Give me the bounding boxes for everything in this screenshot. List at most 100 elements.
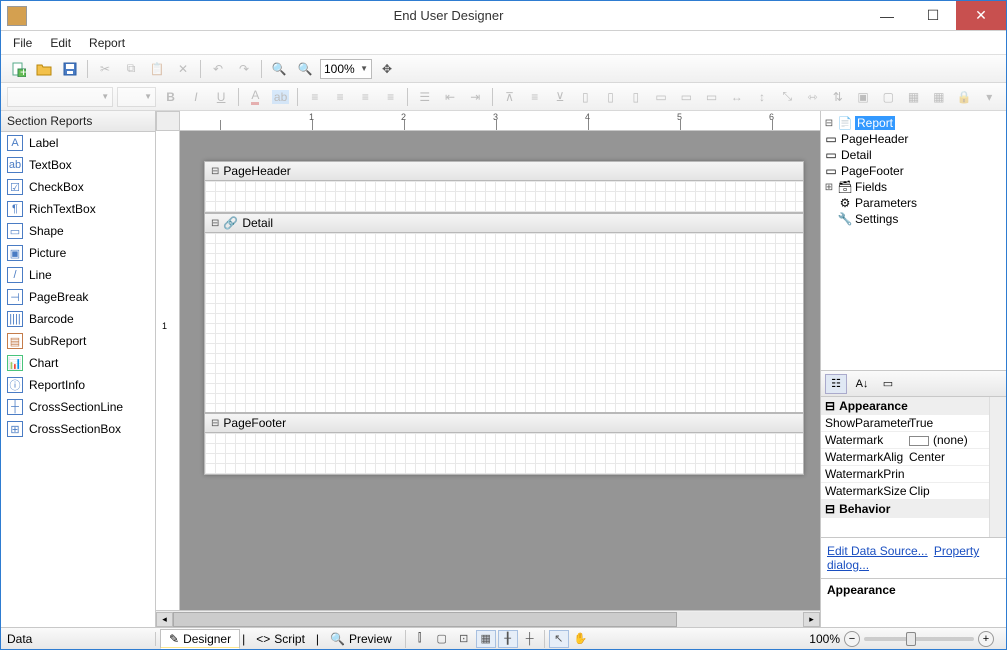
- toolbox-item-picture[interactable]: ▣Picture: [1, 242, 155, 264]
- cut-button[interactable]: ✂: [94, 58, 116, 80]
- property-grid[interactable]: ⊟Appearance ShowParameterTrueWatermark(n…: [821, 397, 1006, 537]
- minimize-button[interactable]: —: [864, 1, 910, 30]
- zoom-plus-button[interactable]: +: [978, 631, 994, 647]
- align-v-bottom-button[interactable]: ▭: [701, 86, 722, 108]
- snap-lines-button[interactable]: ╂: [498, 630, 518, 648]
- ungroup-button[interactable]: ▦: [928, 86, 949, 108]
- font-combo[interactable]: ▼: [7, 87, 113, 107]
- toolbox-item-barcode[interactable]: ||||Barcode: [1, 308, 155, 330]
- toolbox-item-textbox[interactable]: abTextBox: [1, 154, 155, 176]
- property-pages-button[interactable]: ▭: [877, 374, 899, 394]
- maximize-button[interactable]: ☐: [910, 1, 956, 30]
- property-row[interactable]: WatermarkPrin: [821, 466, 1006, 483]
- outdent-button[interactable]: ⇤: [439, 86, 460, 108]
- zoom-in-button[interactable]: 🔍: [268, 58, 290, 80]
- property-row[interactable]: WatermarkAligCenter: [821, 449, 1006, 466]
- property-scrollbar[interactable]: [989, 397, 1006, 537]
- edit-datasource-link[interactable]: Edit Data Source...: [827, 544, 928, 558]
- toolbox-item-subreport[interactable]: ▤SubReport: [1, 330, 155, 352]
- tab-script[interactable]: <>Script: [247, 629, 314, 649]
- property-row[interactable]: ShowParameterTrue: [821, 415, 1006, 432]
- alphabetical-button[interactable]: A↓: [851, 374, 873, 394]
- highlight-button[interactable]: ab: [270, 86, 291, 108]
- toolbox-item-chart[interactable]: 📊Chart: [1, 352, 155, 374]
- bold-button[interactable]: B: [160, 86, 181, 108]
- toolbox-item-reportinfo[interactable]: ⓘReportInfo: [1, 374, 155, 396]
- align-center-button[interactable]: ≡: [329, 86, 350, 108]
- scroll-left-button[interactable]: ◂: [156, 612, 173, 627]
- report-canvas[interactable]: ⊟PageHeader ⊟🔗Detail ⊟PageFooter: [180, 131, 820, 610]
- toolbox-item-pagebreak[interactable]: ⊣PageBreak: [1, 286, 155, 308]
- toolbox-item-label[interactable]: ALabel: [1, 132, 155, 154]
- snap-grid-button[interactable]: ┼: [520, 630, 540, 648]
- detail-section-header[interactable]: ⊟🔗Detail: [204, 213, 804, 233]
- toolbox-item-richtextbox[interactable]: ¶RichTextBox: [1, 198, 155, 220]
- delete-button[interactable]: ✕: [172, 58, 194, 80]
- scroll-right-button[interactable]: ▸: [803, 612, 820, 627]
- bullets-button[interactable]: ☰: [414, 86, 435, 108]
- align-bottom-button[interactable]: ⊻: [549, 86, 570, 108]
- align-right-button[interactable]: ≡: [355, 86, 376, 108]
- paste-button[interactable]: 📋: [146, 58, 168, 80]
- align-left-button[interactable]: ≡: [304, 86, 325, 108]
- toolbox-item-shape[interactable]: ▭Shape: [1, 220, 155, 242]
- hide-grid-button[interactable]: ▢: [432, 630, 452, 648]
- tab-preview[interactable]: 🔍Preview: [321, 629, 401, 649]
- property-row[interactable]: WatermarkSizeClip: [821, 483, 1006, 500]
- align-v-center-button[interactable]: ▭: [676, 86, 697, 108]
- tree-node-report[interactable]: Report: [855, 116, 895, 130]
- detail-section-body[interactable]: [204, 233, 804, 413]
- horizontal-scrollbar[interactable]: ◂ ▸: [156, 610, 820, 627]
- more-button[interactable]: ▾: [979, 86, 1000, 108]
- show-lines-button[interactable]: ▦: [476, 630, 496, 648]
- report-explorer[interactable]: ⊟📄Report ▭PageHeader ▭Detail ▭PageFooter…: [821, 111, 1006, 371]
- font-size-combo[interactable]: ▼: [117, 87, 156, 107]
- dimension-lines-button[interactable]: ⫿: [410, 630, 430, 648]
- pan-mode-button[interactable]: ✋: [571, 630, 591, 648]
- align-justify-button[interactable]: ≡: [380, 86, 401, 108]
- zoom-out-button[interactable]: 🔍: [294, 58, 316, 80]
- toolbox-item-line[interactable]: /Line: [1, 264, 155, 286]
- property-row[interactable]: Watermark(none): [821, 432, 1006, 449]
- menu-report[interactable]: Report: [89, 36, 125, 50]
- menu-file[interactable]: File: [13, 36, 32, 50]
- italic-button[interactable]: I: [185, 86, 206, 108]
- select-mode-button[interactable]: ↖: [549, 630, 569, 648]
- tree-node-pagefooter[interactable]: PageFooter: [841, 164, 904, 178]
- align-h-center-button[interactable]: ▯: [600, 86, 621, 108]
- undo-button[interactable]: ↶: [207, 58, 229, 80]
- open-button[interactable]: [33, 58, 55, 80]
- space-h-button[interactable]: ⇿: [802, 86, 823, 108]
- close-button[interactable]: ✕: [956, 1, 1006, 30]
- space-v-button[interactable]: ⇅: [827, 86, 848, 108]
- redo-button[interactable]: ↷: [233, 58, 255, 80]
- show-dots-button[interactable]: ⊡: [454, 630, 474, 648]
- save-button[interactable]: [59, 58, 81, 80]
- align-v-top-button[interactable]: ▭: [650, 86, 671, 108]
- pagefooter-section-body[interactable]: [204, 433, 804, 475]
- size-width-button[interactable]: ↔: [726, 86, 747, 108]
- zoom-combo[interactable]: 100%▼: [320, 59, 372, 79]
- tab-designer[interactable]: ✎Designer: [160, 629, 240, 649]
- toolbox-item-checkbox[interactable]: ☑CheckBox: [1, 176, 155, 198]
- tree-node-detail[interactable]: Detail: [841, 148, 872, 162]
- underline-button[interactable]: U: [211, 86, 232, 108]
- copy-button[interactable]: ⧉: [120, 58, 142, 80]
- align-h-left-button[interactable]: ▯: [575, 86, 596, 108]
- new-report-button[interactable]: +: [7, 58, 29, 80]
- tree-node-parameters[interactable]: Parameters: [855, 196, 917, 210]
- align-h-right-button[interactable]: ▯: [625, 86, 646, 108]
- bring-front-button[interactable]: ▣: [852, 86, 873, 108]
- pagefooter-section-header[interactable]: ⊟PageFooter: [204, 413, 804, 433]
- tree-node-pageheader[interactable]: PageHeader: [841, 132, 908, 146]
- zoom-minus-button[interactable]: −: [844, 631, 860, 647]
- indent-button[interactable]: ⇥: [465, 86, 486, 108]
- categorized-button[interactable]: ☷: [825, 374, 847, 394]
- size-both-button[interactable]: ⤡: [777, 86, 798, 108]
- font-color-button[interactable]: A: [245, 86, 266, 108]
- report-surface[interactable]: ⊟PageHeader ⊟🔗Detail ⊟PageFooter: [204, 161, 804, 475]
- send-back-button[interactable]: ▢: [878, 86, 899, 108]
- toolbox-item-crosssectionbox[interactable]: ⊞CrossSectionBox: [1, 418, 155, 440]
- pan-button[interactable]: ✥: [376, 58, 398, 80]
- zoom-slider[interactable]: [864, 637, 974, 641]
